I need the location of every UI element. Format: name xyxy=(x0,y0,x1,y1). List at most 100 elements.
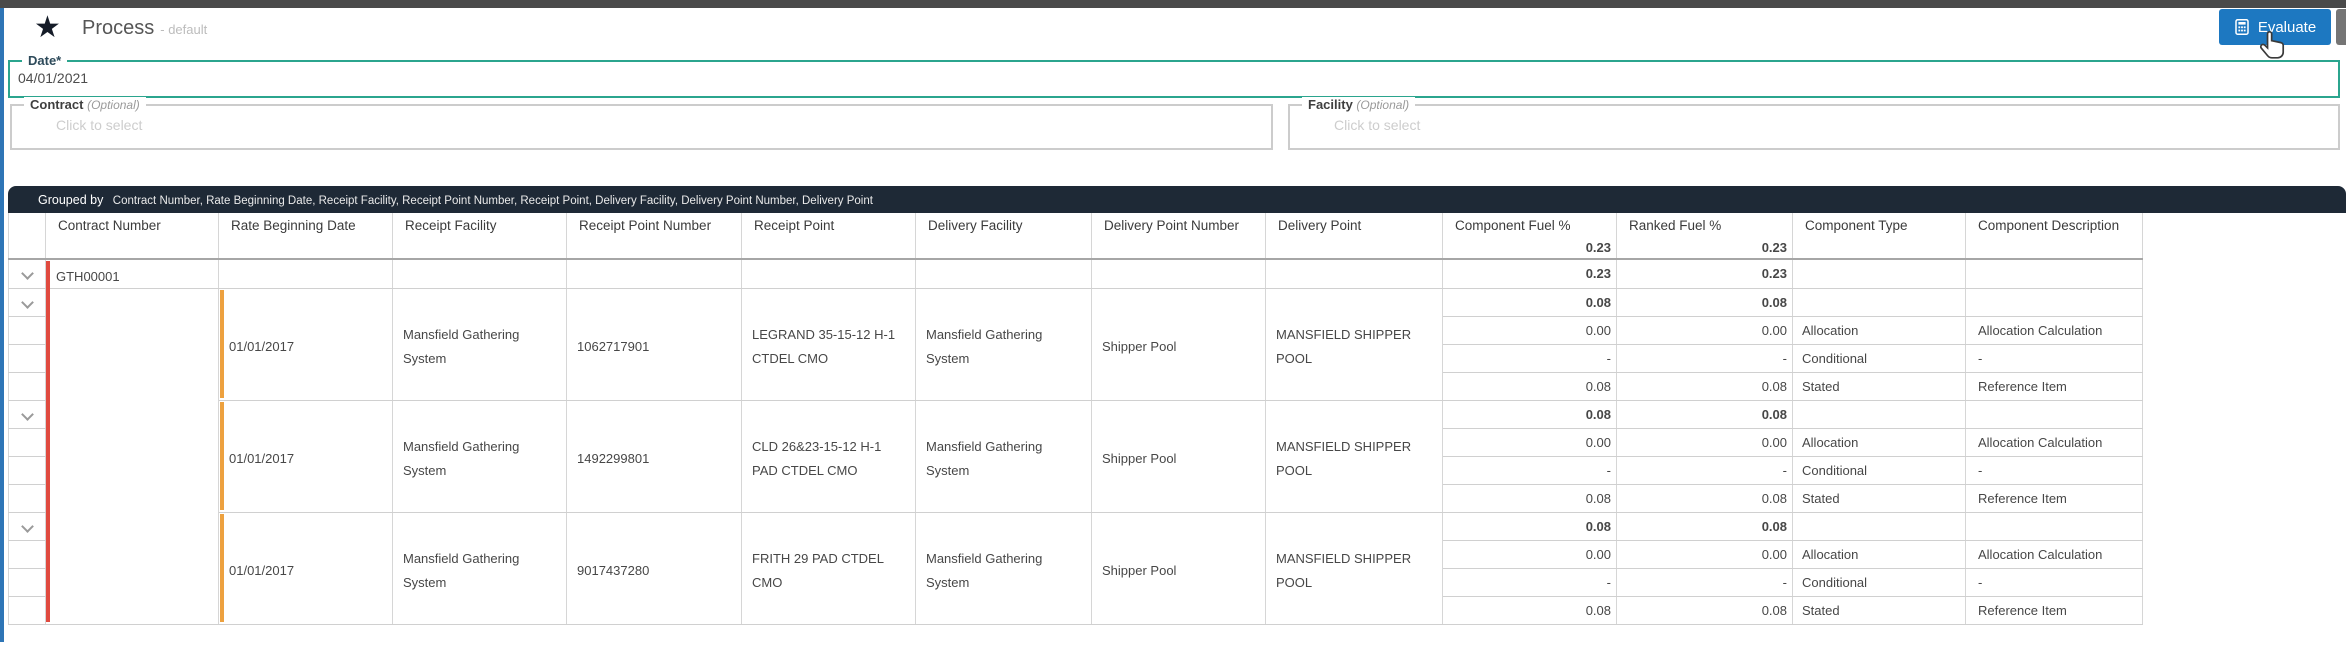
contract-optional-label: (Optional) xyxy=(87,98,140,112)
top-bar: ★ Process - default Evaluate xyxy=(4,8,2346,48)
contract-select[interactable]: Contract (Optional) Click to select xyxy=(10,97,1273,150)
favorite-star-icon[interactable]: ★ xyxy=(34,9,61,47)
component-fuel-cell: - xyxy=(1442,344,1617,373)
evaluate-button[interactable]: Evaluate xyxy=(2219,9,2331,45)
total-ranked-fuel: 0.23 xyxy=(1616,237,1793,260)
results-table: Contract Number Rate Beginning Date Rece… xyxy=(8,213,2143,625)
component-type-cell: Conditional xyxy=(1792,456,1966,485)
grouped-by-fields: Contract Number, Rate Beginning Date, Re… xyxy=(112,195,873,207)
component-description-cell: Allocation Calculation xyxy=(1965,428,2143,457)
receipt-point-cell: LEGRAND 35-15-12 H-1 CTDEL CMO xyxy=(741,288,916,401)
column-header[interactable]: Component Description xyxy=(1965,213,2143,237)
receipt-point-cell: FRITH 29 PAD CTDEL CMO xyxy=(741,512,916,625)
evaluate-button-label: Evaluate xyxy=(2257,18,2317,36)
ranked-fuel-cell: - xyxy=(1616,456,1793,485)
grouped-by-bar: Grouped by Contract Number, Rate Beginni… xyxy=(8,186,2346,213)
column-header[interactable]: Component Fuel % xyxy=(1442,213,1617,237)
expander-column-header xyxy=(8,213,46,237)
grouped-by-prefix: Grouped by xyxy=(38,193,104,207)
component-type-cell: Stated xyxy=(1792,596,1966,625)
calculator-icon xyxy=(2235,19,2249,35)
delivery-facility-cell: Mansfield Gathering System xyxy=(915,288,1092,401)
rate-beginning-date-cell: 01/01/2017 xyxy=(218,400,393,513)
component-fuel-cell: 0.08 xyxy=(1442,372,1617,401)
results-grid: Contract Number Rate Beginning Date Rece… xyxy=(8,213,2143,625)
contract-group-indicator-bar xyxy=(46,261,50,622)
rate-group-row: 01/01/2017 Mansfield Gathering System 14… xyxy=(8,400,2143,513)
facility-placeholder[interactable]: Click to select xyxy=(1290,106,2338,133)
contract-label: Contract (Optional) xyxy=(24,97,146,112)
component-description-cell: Allocation Calculation xyxy=(1965,540,2143,569)
column-header[interactable]: Receipt Point Number xyxy=(566,213,742,237)
date-field[interactable]: Date* 04/01/2021 xyxy=(8,53,2340,98)
column-header[interactable]: Rate Beginning Date xyxy=(218,213,393,237)
column-header[interactable]: Delivery Point xyxy=(1265,213,1443,237)
receipt-facility-cell: Mansfield Gathering System xyxy=(392,288,567,401)
page-left-accent xyxy=(0,8,4,642)
contract-placeholder[interactable]: Click to select xyxy=(12,106,1271,133)
delivery-facility-cell: Mansfield Gathering System xyxy=(915,512,1092,625)
chevron-down-icon xyxy=(20,407,34,421)
chevron-down-icon xyxy=(20,519,34,533)
facility-label: Facility (Optional) xyxy=(1302,97,1416,112)
component-type-cell: Conditional xyxy=(1792,568,1966,597)
rate-group-indicator-bar xyxy=(220,290,224,398)
rate-ranked-fuel: 0.08 xyxy=(1616,512,1793,541)
delivery-point-cell: MANSFIELD SHIPPER POOL xyxy=(1265,400,1443,513)
component-type-cell: Conditional xyxy=(1792,344,1966,373)
column-header[interactable]: Receipt Facility xyxy=(392,213,567,237)
column-header[interactable]: Ranked Fuel % xyxy=(1616,213,1793,237)
component-fuel-cell: 0.08 xyxy=(1442,596,1617,625)
chevron-down-icon xyxy=(20,267,34,281)
ranked-fuel-cell: 0.00 xyxy=(1616,428,1793,457)
facility-select[interactable]: Facility (Optional) Click to select xyxy=(1288,97,2340,150)
rate-group-indicator-bar xyxy=(220,514,224,622)
delivery-facility-cell: Mansfield Gathering System xyxy=(915,400,1092,513)
component-fuel-cell: 0.08 xyxy=(1442,484,1617,513)
expander-cell[interactable] xyxy=(8,259,46,289)
rate-ranked-fuel: 0.08 xyxy=(1616,400,1793,429)
receipt-facility-cell: Mansfield Gathering System xyxy=(392,512,567,625)
receipt-point-number-cell: 1062717901 xyxy=(566,288,742,401)
delivery-point-cell: MANSFIELD SHIPPER POOL xyxy=(1265,512,1443,625)
total-component-fuel: 0.23 xyxy=(1442,237,1617,260)
facility-optional-label: (Optional) xyxy=(1356,98,1410,112)
ranked-fuel-cell: 0.08 xyxy=(1616,596,1793,625)
window-top-strip xyxy=(0,0,2346,8)
component-description-cell: Reference Item xyxy=(1965,596,2143,625)
expander-cell[interactable] xyxy=(8,512,46,541)
receipt-facility-cell: Mansfield Gathering System xyxy=(392,400,567,513)
column-header[interactable]: Component Type xyxy=(1792,213,1966,237)
component-fuel-cell: 0.00 xyxy=(1442,540,1617,569)
chevron-down-icon xyxy=(20,295,34,309)
component-type-cell: Stated xyxy=(1792,372,1966,401)
column-header[interactable]: Contract Number xyxy=(45,213,219,237)
component-description-cell: Reference Item xyxy=(1965,372,2143,401)
grand-total-row: 0.23 0.23 xyxy=(8,237,2143,260)
contract-span-cell xyxy=(45,288,219,625)
column-header[interactable]: Receipt Point xyxy=(741,213,916,237)
receipt-point-cell: CLD 26&23-15-12 H-1 PAD CTDEL CMO xyxy=(741,400,916,513)
component-description-cell: Reference Item xyxy=(1965,484,2143,513)
page-title: Process - default xyxy=(82,8,207,50)
expander-cell[interactable] xyxy=(8,400,46,429)
rate-ranked-fuel: 0.08 xyxy=(1616,288,1793,317)
component-description-cell: Allocation Calculation xyxy=(1965,316,2143,345)
column-header[interactable]: Delivery Facility xyxy=(915,213,1092,237)
receipt-point-number-cell: 9017437280 xyxy=(566,512,742,625)
rate-component-fuel: 0.08 xyxy=(1442,512,1617,541)
rate-beginning-date-cell: 01/01/2017 xyxy=(218,288,393,401)
date-label: Date* xyxy=(22,53,68,68)
contract-group-row: GTH00001 0.23 0.23 xyxy=(8,259,2143,289)
column-header[interactable]: Delivery Point Number xyxy=(1091,213,1266,237)
component-fuel-cell: - xyxy=(1442,456,1617,485)
header-row: Contract Number Rate Beginning Date Rece… xyxy=(8,213,2143,237)
clipped-secondary-button[interactable] xyxy=(2336,9,2346,45)
rate-beginning-date-cell: 01/01/2017 xyxy=(218,512,393,625)
delivery-point-number-cell: Shipper Pool xyxy=(1091,512,1266,625)
expander-cell[interactable] xyxy=(8,288,46,317)
component-description-cell: - xyxy=(1965,568,2143,597)
component-type-cell: Allocation xyxy=(1792,428,1966,457)
date-value[interactable]: 04/01/2021 xyxy=(10,62,2338,86)
component-type-cell: Allocation xyxy=(1792,316,1966,345)
